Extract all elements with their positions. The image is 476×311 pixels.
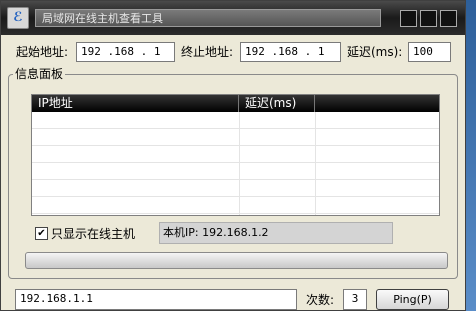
table-header: IP地址 延迟(ms)	[32, 95, 439, 112]
column-header-extra[interactable]	[315, 95, 439, 112]
table-row	[32, 163, 439, 180]
online-only-checkbox[interactable]: ✔	[35, 227, 48, 240]
ping-count-label: 次数:	[306, 293, 335, 307]
table-row	[32, 146, 439, 163]
end-address-input[interactable]: 192 .168 . 1 .255	[240, 42, 341, 62]
app-logo-icon: ℰ	[7, 7, 29, 29]
scan-progress-bar	[25, 252, 448, 269]
window-title: 局域网在线主机查看工具	[35, 9, 381, 27]
table-row	[32, 129, 439, 146]
column-divider	[315, 112, 316, 215]
table-row	[32, 112, 439, 129]
maximize-icon[interactable]	[420, 10, 437, 27]
desktop-background	[466, 0, 476, 311]
ping-count-input[interactable]: 3	[343, 289, 367, 310]
local-ip-display: 本机IP: 192.168.1.2	[159, 222, 393, 244]
column-header-ip[interactable]: IP地址	[32, 95, 239, 112]
column-divider	[239, 112, 240, 215]
info-panel-title: 信息面板	[13, 66, 66, 82]
end-address-label: 终止地址:	[181, 45, 234, 59]
start-address-label: 起始地址:	[16, 45, 69, 59]
minimize-icon[interactable]	[400, 10, 417, 27]
delay-input[interactable]: 100	[408, 42, 451, 62]
app-window: ℰ 局域网在线主机查看工具 起始地址: 192 .168 . 1 . 1 终止地…	[0, 0, 466, 311]
close-icon[interactable]	[440, 10, 457, 27]
ping-button[interactable]: Ping(P)	[376, 289, 449, 310]
table-row	[32, 197, 439, 214]
title-bar: ℰ 局域网在线主机查看工具	[1, 1, 465, 35]
delay-label: 延迟(ms):	[347, 45, 403, 59]
online-only-label[interactable]: 只显示在线主机	[51, 226, 135, 242]
column-header-delay[interactable]: 延迟(ms)	[239, 95, 315, 112]
ping-target-input[interactable]: 192.168.1.1	[15, 289, 297, 310]
start-address-input[interactable]: 192 .168 . 1 . 1	[76, 42, 175, 62]
results-table[interactable]: IP地址 延迟(ms)	[31, 94, 440, 216]
table-row	[32, 180, 439, 197]
